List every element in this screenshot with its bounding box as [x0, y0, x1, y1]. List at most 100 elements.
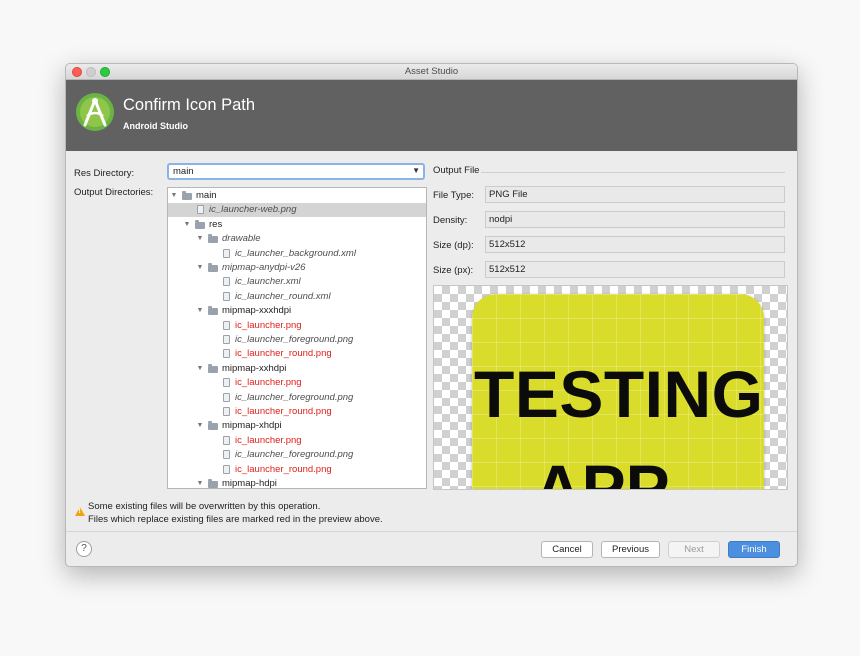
tree-item-label: drawable — [222, 233, 261, 245]
chevron-down-icon: ▼ — [412, 166, 420, 175]
tree-item-label: mipmap-anydpi-v26 — [222, 262, 306, 273]
tree-file-row[interactable]: ic_launcher.png — [168, 319, 426, 333]
size-dp-label: Size (dp): — [433, 240, 474, 251]
folder-icon — [208, 421, 218, 431]
tree-item-label: ic_launcher_background.xml — [235, 247, 356, 259]
folder-icon — [208, 234, 218, 244]
tree-folder-row[interactable]: ▼ mipmap-xxxhdpi — [168, 304, 426, 318]
window-title: Asset Studio — [404, 66, 459, 77]
file-icon — [223, 248, 230, 258]
output-directories-tree[interactable]: ▼ main ic_launcher-web.png ▼ res ▼ drawable ic_… — [167, 187, 427, 489]
footer-divider — [66, 531, 797, 532]
tree-file-row[interactable]: ic_launcher-web.png — [168, 203, 426, 218]
tree-item-label: ic_launcher_round.png — [235, 348, 332, 360]
file-icon — [223, 464, 230, 474]
tree-file-row[interactable]: ic_launcher.png — [168, 434, 426, 448]
file-icon — [223, 392, 230, 402]
tree-file-row[interactable]: ic_launcher_round.png — [168, 405, 426, 419]
tree-item-label: ic_launcher.png — [235, 319, 302, 331]
size-dp-field: 512x512 — [485, 236, 785, 253]
tree-item-label: mipmap-xhdpi — [222, 420, 282, 432]
tree-item-label: ic_launcher_round.xml — [235, 290, 331, 302]
tree-item-label: res — [209, 218, 223, 230]
tree-file-row[interactable]: ic_launcher_round.png — [168, 347, 426, 361]
previous-button[interactable]: Previous — [601, 541, 660, 558]
folder-icon — [208, 363, 218, 373]
tree-folder-row[interactable]: ▼ mipmap-xhdpi — [168, 419, 426, 433]
wizard-header: Confirm Icon Path Android Studio — [66, 80, 797, 151]
tree-folder-row[interactable]: ▼ main — [168, 189, 426, 203]
tree-folder-row[interactable]: ▼ res — [168, 218, 426, 232]
help-button[interactable]: ? — [76, 541, 92, 557]
asset-studio-window: Asset Studio Confirm Icon Path Android S… — [65, 63, 798, 567]
page-title: Confirm Icon Path — [123, 96, 256, 114]
file-icon — [223, 435, 230, 445]
tree-file-row[interactable]: ic_launcher_foreground.png — [168, 333, 426, 347]
expand-toggle-icon[interactable]: ▼ — [196, 261, 204, 275]
tree-item-label: ic_launcher.png — [235, 377, 302, 389]
size-dp-value: 512x512 — [489, 239, 526, 250]
output-file-section: Output File — [433, 165, 785, 177]
file-icon — [197, 205, 204, 215]
res-directory-dropdown[interactable]: main ▼ — [167, 163, 425, 180]
tree-item-label: ic_launcher.xml — [235, 276, 301, 288]
expand-toggle-icon[interactable]: ▼ — [196, 477, 204, 488]
output-file-heading: Output File — [433, 165, 480, 176]
tree-item-label: main — [196, 190, 217, 201]
icon-text-line1: TESTING — [474, 357, 764, 431]
tree-file-row[interactable]: ic_launcher.xml — [168, 275, 426, 289]
file-type-label: File Type: — [433, 190, 475, 201]
tree-item-label: ic_launcher_foreground.png — [235, 391, 354, 403]
density-label: Density: — [433, 215, 468, 226]
file-icon — [223, 349, 230, 359]
tree-item-label: mipmap-hdpi — [222, 478, 277, 489]
density-value: nodpi — [489, 214, 513, 225]
warning-message-line1: Some existing files will be overwritten … — [88, 501, 321, 512]
tree-file-row[interactable]: ic_launcher_round.png — [168, 463, 426, 477]
title-bar[interactable]: Asset Studio — [66, 64, 797, 80]
tree-item-label: ic_launcher-web.png — [209, 204, 297, 216]
file-icon — [223, 335, 230, 344]
expand-toggle-icon[interactable]: ▼ — [196, 419, 204, 433]
finish-button[interactable]: Finish — [728, 541, 780, 558]
launcher-icon-preview: TESTING APP — [472, 294, 764, 490]
res-directory-value: main — [173, 166, 194, 177]
file-icon — [223, 320, 230, 330]
tree-item-label: ic_launcher_foreground.png — [235, 449, 354, 461]
cancel-button[interactable]: Cancel — [541, 541, 593, 558]
android-studio-logo-icon — [76, 93, 114, 131]
warning-message-line2: Files which replace existing files are m… — [88, 514, 383, 525]
tree-file-row[interactable]: ic_launcher.png — [168, 376, 426, 390]
file-icon — [223, 291, 230, 301]
tree-item-label: ic_launcher.png — [235, 434, 302, 446]
output-file-divider — [481, 172, 785, 173]
file-icon — [223, 378, 230, 388]
size-px-field: 512x512 — [485, 261, 785, 278]
tree-folder-row[interactable]: ▼ drawable — [168, 232, 426, 246]
tree-folder-row[interactable]: ▼ mipmap-anydpi-v26 — [168, 261, 426, 275]
folder-icon — [208, 306, 218, 316]
folder-icon — [182, 191, 192, 200]
tree-file-row[interactable]: ic_launcher_foreground.png — [168, 448, 426, 462]
next-button[interactable]: Next — [668, 541, 720, 558]
warning-triangle-icon — [75, 507, 85, 516]
file-type-field: PNG File — [485, 186, 785, 203]
icon-preview: TESTING APP — [433, 285, 788, 490]
page-subtitle: Android Studio — [123, 121, 188, 131]
tree-file-row[interactable]: ic_launcher_background.xml — [168, 247, 426, 261]
tree-file-row[interactable]: ic_launcher_foreground.png — [168, 391, 426, 405]
expand-toggle-icon[interactable]: ▼ — [183, 218, 191, 232]
size-px-value: 512x512 — [489, 264, 526, 275]
expand-toggle-icon[interactable]: ▼ — [196, 232, 204, 246]
tree-item-label: mipmap-xxhdpi — [222, 362, 287, 374]
tree-item-label: ic_launcher_round.png — [235, 463, 332, 475]
expand-toggle-icon[interactable]: ▼ — [196, 304, 204, 318]
tree-file-row[interactable]: ic_launcher_round.xml — [168, 290, 426, 304]
folder-icon — [195, 219, 205, 229]
expand-toggle-icon[interactable]: ▼ — [196, 362, 204, 376]
tree-folder-row[interactable]: ▼ mipmap-hdpi — [168, 477, 426, 489]
expand-toggle-icon[interactable]: ▼ — [170, 189, 178, 203]
icon-text-line2: APP — [534, 451, 670, 490]
file-icon — [223, 407, 230, 416]
tree-folder-row[interactable]: ▼ mipmap-xxhdpi — [168, 362, 426, 376]
